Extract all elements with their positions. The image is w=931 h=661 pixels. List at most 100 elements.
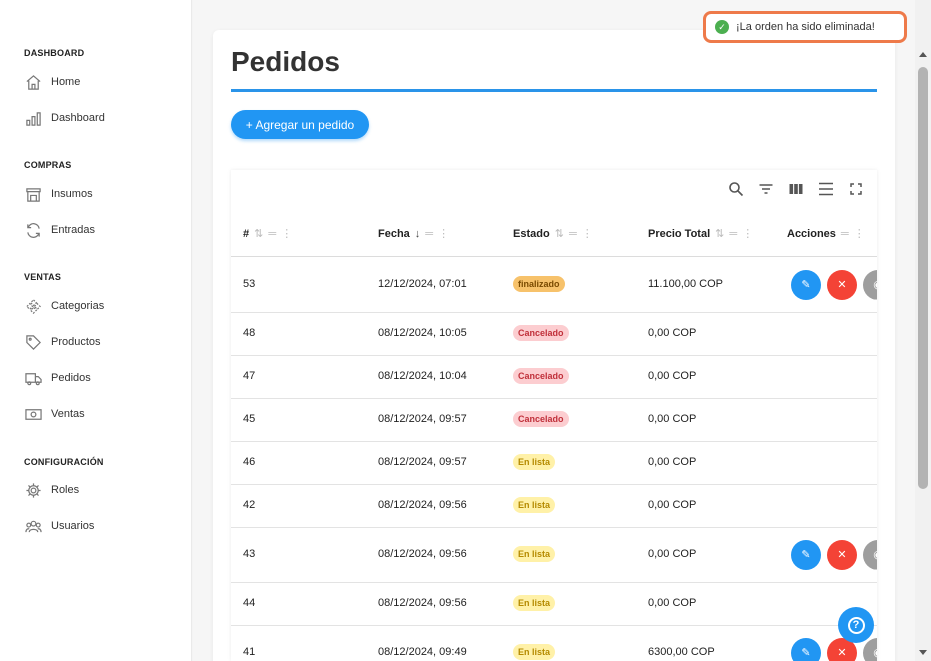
sidebar-item-label: Productos xyxy=(51,336,101,348)
sidebar-item-categorias[interactable]: Categorias xyxy=(24,294,104,318)
cell-fecha: 08/12/2024, 10:04 xyxy=(378,369,467,382)
columns-icon[interactable] xyxy=(787,180,805,198)
store-icon xyxy=(24,185,42,203)
cell-fecha: 08/12/2024, 09:57 xyxy=(378,412,467,425)
column-menu-icon[interactable]: ═ ⋮ xyxy=(841,227,866,240)
cell-precio: 0,00 COP xyxy=(648,326,697,339)
row-divider xyxy=(231,582,877,583)
refresh-icon xyxy=(24,221,42,239)
scroll-up-arrow[interactable] xyxy=(919,52,927,57)
categories-icon xyxy=(24,297,42,315)
status-badge: Cancelado xyxy=(513,410,569,427)
sidebar-section-compras: COMPRAS xyxy=(24,160,72,170)
cell-id: 45 xyxy=(243,412,256,425)
edit-icon: ✎ xyxy=(801,549,811,561)
delete-icon: ✕ xyxy=(837,279,847,291)
status-badge: En lista xyxy=(513,453,556,470)
delete-button[interactable]: ✕ xyxy=(827,269,857,300)
question-icon: ? xyxy=(847,616,865,634)
cell-id: 46 xyxy=(243,455,256,468)
status-badge: En lista xyxy=(513,643,556,660)
row-divider xyxy=(231,441,877,442)
sidebar-section-dashboard: DASHBOARD xyxy=(24,48,85,58)
edit-icon: ✎ xyxy=(801,279,811,291)
sidebar-item-entradas[interactable]: Entradas xyxy=(24,218,95,242)
row-divider xyxy=(231,484,877,485)
edit-icon: ✎ xyxy=(801,647,811,659)
title-underline xyxy=(231,89,877,92)
scrollbar-thumb[interactable] xyxy=(918,67,928,489)
edit-button[interactable]: ✎ xyxy=(791,539,821,570)
sort-icon[interactable]: ⇅ ═ ⋮ xyxy=(254,227,293,240)
row-divider xyxy=(231,355,877,356)
sidebar-item-label: Categorias xyxy=(51,300,105,312)
sidebar-item-label: Ventas xyxy=(51,408,85,420)
sidebar-item-productos[interactable]: Productos xyxy=(24,330,101,354)
edit-button[interactable]: ✎ xyxy=(791,269,821,300)
filter-icon[interactable] xyxy=(757,180,775,198)
sidebar-item-label: Insumos xyxy=(51,188,93,200)
sort-desc-icon[interactable]: ↓ xyxy=(415,228,421,240)
cell-precio: 11.100,00 COP xyxy=(648,277,724,290)
column-header-acciones[interactable]: Acciones ═ ⋮ xyxy=(787,227,866,241)
cell-fecha: 08/12/2024, 09:49 xyxy=(378,645,467,658)
bar-chart-icon xyxy=(24,109,42,127)
sidebar-item-ventas[interactable]: Ventas xyxy=(24,402,85,426)
cell-fecha: 12/12/2024, 07:01 xyxy=(378,277,467,290)
sidebar-item-label: Dashboard xyxy=(51,112,105,124)
fullscreen-icon[interactable] xyxy=(847,180,865,198)
toast-message: ¡La orden ha sido eliminada! xyxy=(736,21,875,33)
column-header-precio[interactable]: Precio Total ⇅ ═ ⋮ xyxy=(648,227,754,241)
row-divider xyxy=(231,312,877,313)
column-header-id[interactable]: # ⇅ ═ ⋮ xyxy=(243,227,293,241)
sidebar-section-ventas: VENTAS xyxy=(24,272,62,282)
home-icon xyxy=(24,73,42,91)
column-header-fecha[interactable]: Fecha ↓ ═ ⋮ xyxy=(378,227,450,241)
sidebar-item-label: Entradas xyxy=(51,224,96,236)
search-icon[interactable] xyxy=(727,180,745,198)
scroll-down-arrow[interactable] xyxy=(919,650,927,655)
cell-id: 42 xyxy=(243,498,256,511)
cash-icon xyxy=(24,405,42,423)
sidebar-item-label: Roles xyxy=(51,484,80,496)
sidebar-section-configuracion: CONFIGURACIÓN xyxy=(24,457,104,467)
sidebar-item-pedidos[interactable]: Pedidos xyxy=(24,366,91,390)
sidebar-item-label: Home xyxy=(51,76,81,88)
cell-id: 43 xyxy=(243,547,256,560)
page-title: Pedidos xyxy=(231,46,340,77)
help-button[interactable]: ? xyxy=(838,607,874,643)
sort-icon[interactable]: ⇅ ═ ⋮ xyxy=(555,227,594,240)
delete-button[interactable]: ✕ xyxy=(827,539,857,570)
sidebar-item-dashboard[interactable]: Dashboard xyxy=(24,106,105,130)
cell-id: 44 xyxy=(243,596,256,609)
cell-id: 48 xyxy=(243,326,256,339)
sidebar-item-label: Pedidos xyxy=(51,372,91,384)
sidebar-item-home[interactable]: Home xyxy=(24,70,80,94)
cell-precio: 0,00 COP xyxy=(648,412,697,425)
sidebar-item-roles[interactable]: Roles xyxy=(24,478,79,502)
column-header-estado[interactable]: Estado ⇅ ═ ⋮ xyxy=(513,227,594,241)
sort-icon[interactable]: ⇅ ═ ⋮ xyxy=(715,227,754,240)
delete-icon: ✕ xyxy=(837,647,847,659)
row-divider xyxy=(231,398,877,399)
users-icon xyxy=(24,517,42,535)
check-circle-icon: ✓ xyxy=(715,20,729,34)
row-divider xyxy=(231,527,877,528)
cell-precio: 0,00 COP xyxy=(648,547,697,560)
cell-fecha: 08/12/2024, 09:56 xyxy=(378,547,467,560)
toast-notification: ✓ ¡La orden ha sido eliminada! xyxy=(703,11,907,43)
density-icon[interactable] xyxy=(817,180,835,198)
sidebar-item-label: Usuarios xyxy=(51,520,95,532)
status-badge: En lista xyxy=(513,594,556,611)
sidebar-item-insumos[interactable]: Insumos xyxy=(24,182,93,206)
sidebar-item-usuarios[interactable]: Usuarios xyxy=(24,514,94,538)
header-divider xyxy=(231,256,877,257)
cell-fecha: 08/12/2024, 10:05 xyxy=(378,326,467,339)
column-menu-icon[interactable]: ═ ⋮ xyxy=(425,227,450,240)
truck-icon xyxy=(24,369,42,387)
cell-id: 53 xyxy=(243,277,256,290)
row-divider xyxy=(231,625,877,626)
status-badge: Cancelado xyxy=(513,324,569,341)
add-order-button[interactable]: + Agregar un pedido xyxy=(231,110,369,139)
cell-id: 41 xyxy=(243,645,256,658)
